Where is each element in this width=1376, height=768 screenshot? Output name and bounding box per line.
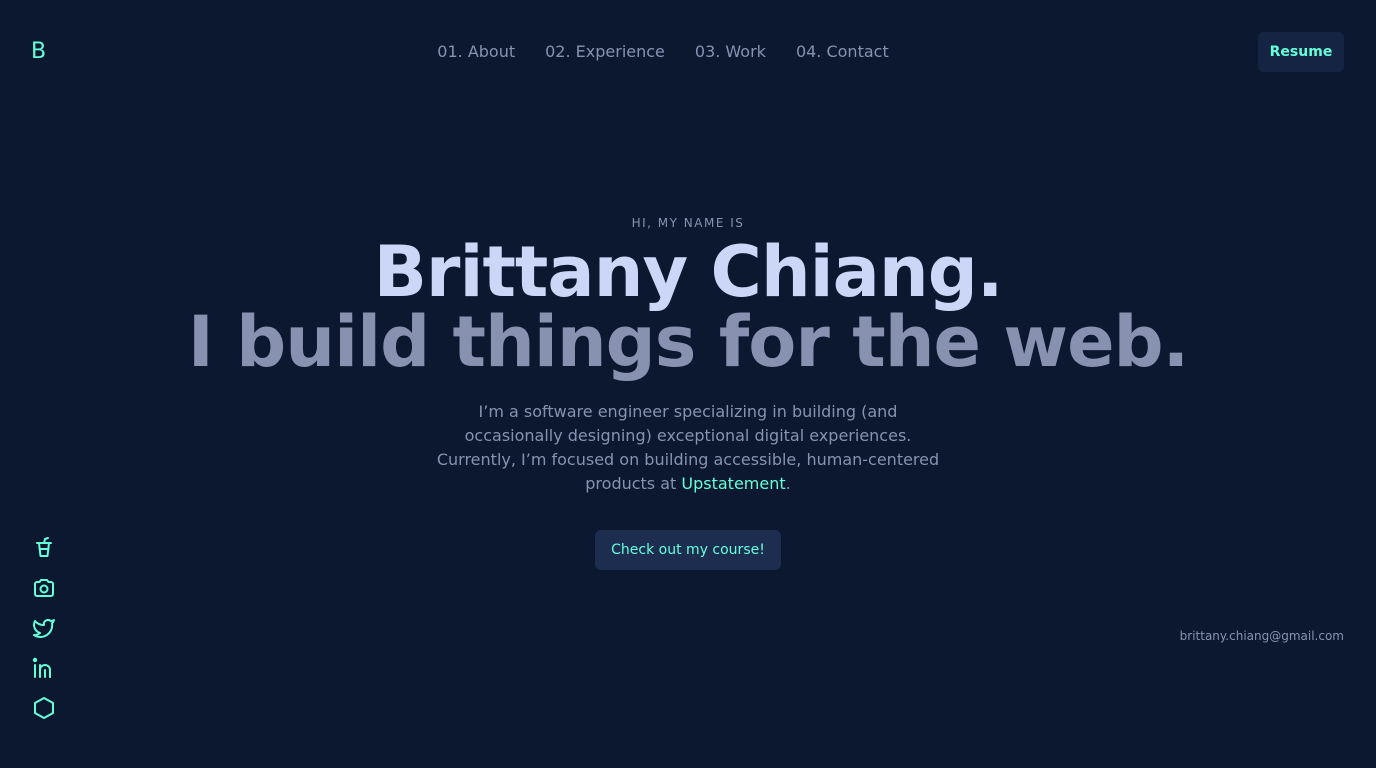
nav-link-work[interactable]: 03. Work: [680, 40, 781, 64]
social-links: [32, 536, 56, 720]
linkedin-icon[interactable]: [32, 656, 56, 680]
hero-section: HI, MY NAME IS Brittany Chiang. I build …: [0, 214, 1376, 570]
twitter-icon[interactable]: [32, 616, 56, 640]
cup-icon[interactable]: [32, 536, 56, 560]
upstatement-link[interactable]: Upstatement: [681, 474, 785, 493]
course-button[interactable]: Check out my course!: [595, 530, 781, 570]
main-nav: 01. About 02. Experience 03. Work 04. Co…: [0, 40, 1376, 64]
codepen-icon[interactable]: [32, 696, 56, 720]
email-link[interactable]: brittany.chiang@gmail.com: [1180, 628, 1344, 644]
camera-icon[interactable]: [32, 576, 56, 600]
hero-name: Brittany Chiang.: [373, 231, 1004, 313]
nav-link-contact[interactable]: 04. Contact: [781, 40, 904, 64]
nav-link-experience[interactable]: 02. Experience: [530, 40, 680, 64]
hero-intro: HI, MY NAME IS: [631, 216, 745, 230]
hero-bio-end: .: [785, 474, 791, 493]
hero-tagline: I build things for the web.: [187, 301, 1190, 383]
resume-button[interactable]: Resume: [1258, 32, 1344, 72]
hero-bio: I’m a software engineer specializing in …: [428, 400, 948, 496]
nav-link-about[interactable]: 01. About: [422, 40, 530, 64]
